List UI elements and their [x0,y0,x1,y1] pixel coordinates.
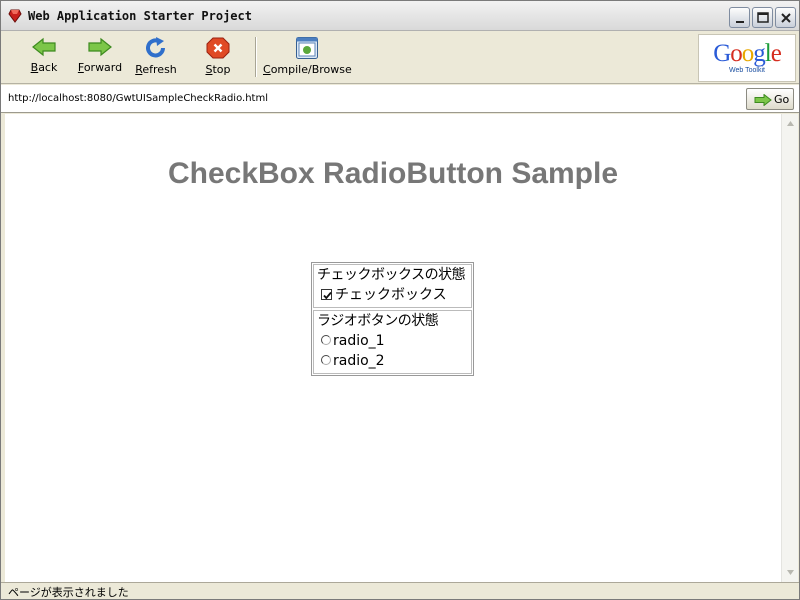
title-bar[interactable]: Web Application Starter Project [1,1,799,31]
ruby-gem-icon [8,9,22,23]
checkmark-icon [323,291,332,300]
radio-option-1[interactable]: radio_1 [317,331,468,351]
logo-word: Google [713,40,782,67]
go-label: Go [774,93,790,106]
stop-label: top [212,63,231,76]
stop-button[interactable]: Stop [202,37,234,81]
forward-button[interactable]: Forward [77,37,123,81]
checkbox-group-title: チェックボックスの状態 [317,267,466,283]
logo-subtitle: Web Toolkit [729,67,765,74]
minimize-icon [736,21,744,23]
google-web-toolkit-logo: Google Web Toolkit [698,34,796,82]
radio-button-2[interactable] [321,355,331,365]
checkbox-group: チェックボックスの状態 チェックボックス [313,264,472,308]
arrow-right-icon [88,37,112,57]
window-title: Web Application Starter Project [28,9,252,23]
radio-label-2: radio_2 [333,353,385,369]
back-button[interactable]: Back [27,37,61,81]
back-label: ack [38,61,58,74]
vertical-scrollbar[interactable] [781,114,798,582]
status-bar: ページが表示されました [1,582,799,599]
forward-label: orward [83,61,123,74]
arrow-left-icon [32,37,56,57]
page-content: CheckBox RadioButton Sample チェックボックスの状態 … [5,114,781,582]
go-button[interactable]: Go [746,88,794,110]
radio-label-1: radio_1 [333,333,385,349]
sample-panel: チェックボックスの状態 チェックボックス ラジオボタンの状態 radio_1 r… [311,262,474,376]
scroll-up-icon [787,121,794,126]
stop-icon [206,37,230,59]
compile-browse-button[interactable]: Compile/Browse [263,37,352,81]
scroll-down-icon [787,570,794,575]
radio-group: ラジオボタンの状態 radio_1 radio_2 [313,310,472,374]
radio-group-title: ラジオボタンの状態 [317,313,439,329]
maximize-button[interactable] [752,7,773,28]
browser-window: Web Application Starter Project Back For… [0,0,800,600]
checkbox[interactable] [321,289,332,300]
close-button[interactable] [775,7,796,28]
arrow-right-icon [754,94,772,106]
page-title: CheckBox RadioButton Sample [167,157,619,190]
refresh-button[interactable]: Refresh [134,37,178,81]
refresh-icon [146,37,165,58]
minimize-button[interactable] [729,7,750,28]
status-text: ページが表示されました [8,586,129,599]
radio-option-2[interactable]: radio_2 [317,351,468,371]
toolbar-separator [255,37,257,77]
checkbox-label: チェックボックス [335,287,447,303]
checkbox-option[interactable]: チェックボックス [317,285,468,305]
compile-browse-label: ompile/Browse [270,63,352,76]
maximize-icon [757,12,769,23]
refresh-label: efresh [142,63,177,76]
compile-browse-icon [296,37,318,59]
toolbar: Back Forward Refresh Stop Compile/Browse… [1,31,799,84]
radio-button-1[interactable] [321,335,331,345]
address-bar: http://localhost:8080/GwtUISampleCheckRa… [1,85,799,113]
url-input[interactable]: http://localhost:8080/GwtUISampleCheckRa… [8,93,268,104]
close-icon [781,13,791,23]
compile-label-key: C [263,63,271,76]
